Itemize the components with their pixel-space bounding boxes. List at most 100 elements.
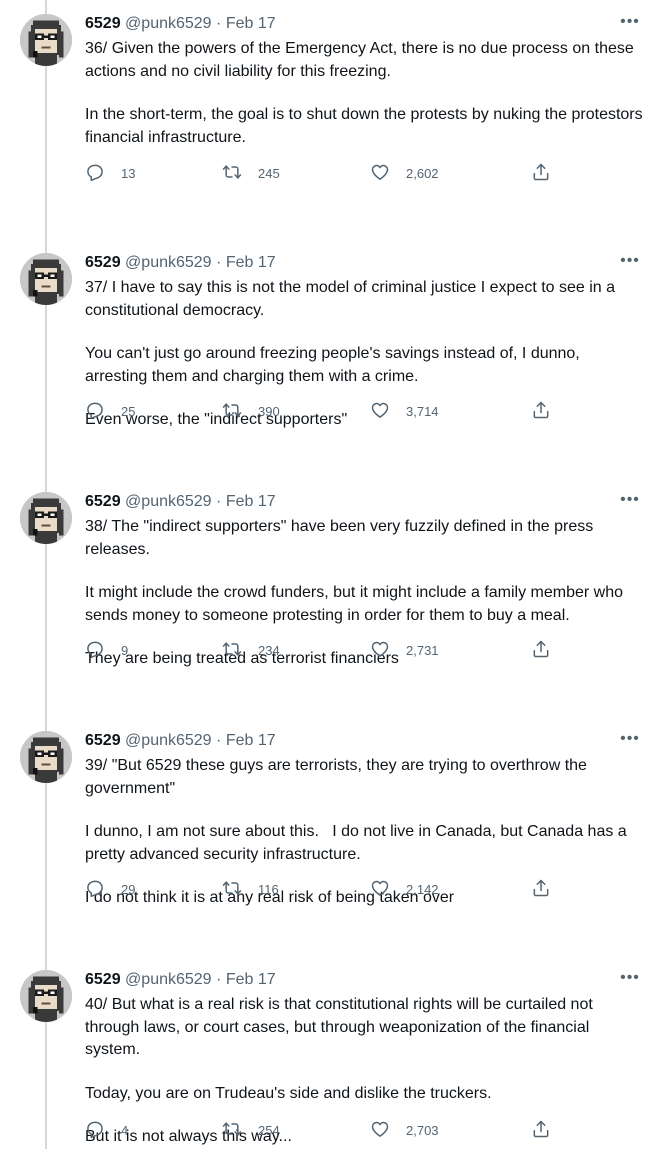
reply-button[interactable]: 13 [85, 161, 135, 185]
more-icon[interactable]: ••• [619, 731, 641, 751]
retweet-icon [222, 639, 242, 662]
tweet-actions: 25 390 3,714 [85, 399, 565, 423]
share-icon [531, 878, 551, 901]
like-button[interactable]: 3,714 [370, 399, 439, 423]
tweet[interactable]: 6529 @punk6529 · Feb 17 ••• 38/ The "ind… [0, 478, 653, 717]
share-icon [531, 400, 551, 423]
author-name[interactable]: 6529 [85, 732, 121, 749]
reply-button[interactable]: 4 [85, 1118, 128, 1142]
more-icon[interactable]: ••• [619, 970, 641, 990]
tweet[interactable]: 6529 @punk6529 · Feb 17 ••• 37/ I have t… [0, 239, 653, 478]
author-handle[interactable]: @punk6529 [125, 254, 212, 271]
share-button[interactable] [531, 638, 551, 662]
tweet-date[interactable]: Feb 17 [226, 732, 276, 749]
separator: · [216, 493, 222, 510]
tweet-paragraph: Today, you are on Trudeau's side and dis… [85, 1084, 492, 1102]
tweet-date[interactable]: Feb 17 [226, 493, 276, 510]
heart-icon [370, 878, 390, 901]
tweet-thread: 6529 @punk6529 · Feb 17 ••• 36/ Given th… [0, 0, 653, 1149]
reply-count: 9 [121, 642, 129, 658]
reply-button[interactable]: 29 [85, 877, 135, 901]
tweet-date[interactable]: Feb 17 [226, 15, 276, 32]
tweet-header: 6529 @punk6529 · Feb 17 [85, 492, 276, 512]
reply-icon [85, 400, 105, 423]
tweet-header: 6529 @punk6529 · Feb 17 [85, 253, 276, 273]
tweet-header: 6529 @punk6529 · Feb 17 [85, 731, 276, 751]
avatar[interactable] [20, 253, 72, 305]
retweet-button[interactable]: 245 [222, 161, 280, 185]
tweet-date[interactable]: Feb 17 [226, 254, 276, 271]
tweet-header: 6529 @punk6529 · Feb 17 [85, 14, 276, 34]
share-icon [531, 639, 551, 662]
more-icon[interactable]: ••• [619, 253, 641, 273]
like-button[interactable]: 2,703 [370, 1118, 439, 1142]
retweet-button[interactable]: 390 [222, 399, 280, 423]
like-button[interactable]: 2,731 [370, 638, 439, 662]
avatar[interactable] [20, 970, 72, 1022]
share-button[interactable] [531, 877, 551, 901]
share-button[interactable] [531, 399, 551, 423]
tweet-paragraph: You can't just go around freezing people… [85, 345, 585, 385]
retweet-icon [222, 1119, 242, 1142]
like-count: 2,703 [406, 1122, 439, 1138]
share-button[interactable] [531, 161, 551, 185]
avatar[interactable] [20, 731, 72, 783]
more-icon[interactable]: ••• [619, 14, 641, 34]
reply-count: 25 [121, 403, 136, 419]
tweet-paragraph: In the short-term, the goal is to shut d… [85, 106, 648, 146]
tweet[interactable]: 6529 @punk6529 · Feb 17 ••• 39/ "But 652… [0, 717, 653, 956]
reply-count: 4 [121, 1122, 129, 1138]
author-handle[interactable]: @punk6529 [125, 971, 212, 988]
reply-icon [85, 1119, 105, 1142]
tweet-actions: 9 234 2,731 [85, 638, 565, 662]
author-handle[interactable]: @punk6529 [125, 15, 212, 32]
author-name[interactable]: 6529 [85, 493, 121, 510]
tweet-actions: 29 116 2,142 [85, 877, 565, 901]
author-name[interactable]: 6529 [85, 254, 121, 271]
tweet[interactable]: 6529 @punk6529 · Feb 17 ••• 40/ But what… [0, 956, 653, 1149]
separator: · [216, 15, 222, 32]
like-button[interactable]: 2,602 [370, 161, 439, 185]
separator: · [216, 971, 222, 988]
avatar[interactable] [20, 492, 72, 544]
retweet-count: 245 [258, 165, 280, 181]
author-name[interactable]: 6529 [85, 971, 121, 988]
like-button[interactable]: 2,142 [370, 877, 439, 901]
retweet-button[interactable]: 116 [222, 877, 279, 901]
tweet-paragraph: It might include the crowd funders, but … [85, 584, 628, 624]
tweet-actions: 13 245 2,602 [85, 161, 565, 185]
avatar[interactable] [20, 14, 72, 66]
tweet-paragraph: 38/ The "indirect supporters" have been … [85, 518, 598, 558]
retweet-count: 390 [258, 403, 280, 419]
tweet-paragraph: 36/ Given the powers of the Emergency Ac… [85, 40, 639, 80]
reply-button[interactable]: 9 [85, 638, 128, 662]
heart-icon [370, 1119, 390, 1142]
heart-icon [370, 639, 390, 662]
author-handle[interactable]: @punk6529 [125, 493, 212, 510]
reply-icon [85, 639, 105, 662]
tweet-actions: 4 254 2,703 [85, 1118, 565, 1142]
retweet-count: 234 [258, 642, 280, 658]
share-button[interactable] [531, 1118, 551, 1142]
reply-count: 29 [121, 881, 136, 897]
retweet-button[interactable]: 234 [222, 638, 280, 662]
author-name[interactable]: 6529 [85, 15, 121, 32]
tweet-paragraph: 39/ "But 6529 these guys are terrorists,… [85, 757, 592, 797]
like-count: 2,731 [406, 642, 439, 658]
retweet-icon [222, 878, 242, 901]
tweet-text: 36/ Given the powers of the Emergency Ac… [85, 38, 645, 149]
tweet-paragraph: 40/ But what is a real risk is that cons… [85, 996, 598, 1058]
reply-button[interactable]: 25 [85, 399, 135, 423]
reply-icon [85, 878, 105, 901]
reply-count: 13 [121, 165, 136, 181]
tweet[interactable]: 6529 @punk6529 · Feb 17 ••• 36/ Given th… [0, 0, 653, 239]
more-icon[interactable]: ••• [619, 492, 641, 512]
retweet-count: 254 [258, 1122, 280, 1138]
separator: · [216, 732, 222, 749]
retweet-button[interactable]: 254 [222, 1118, 280, 1142]
author-handle[interactable]: @punk6529 [125, 732, 212, 749]
heart-icon [370, 400, 390, 423]
tweet-date[interactable]: Feb 17 [226, 971, 276, 988]
retweet-icon [222, 400, 242, 423]
tweet-paragraph: 37/ I have to say this is not the model … [85, 279, 620, 319]
